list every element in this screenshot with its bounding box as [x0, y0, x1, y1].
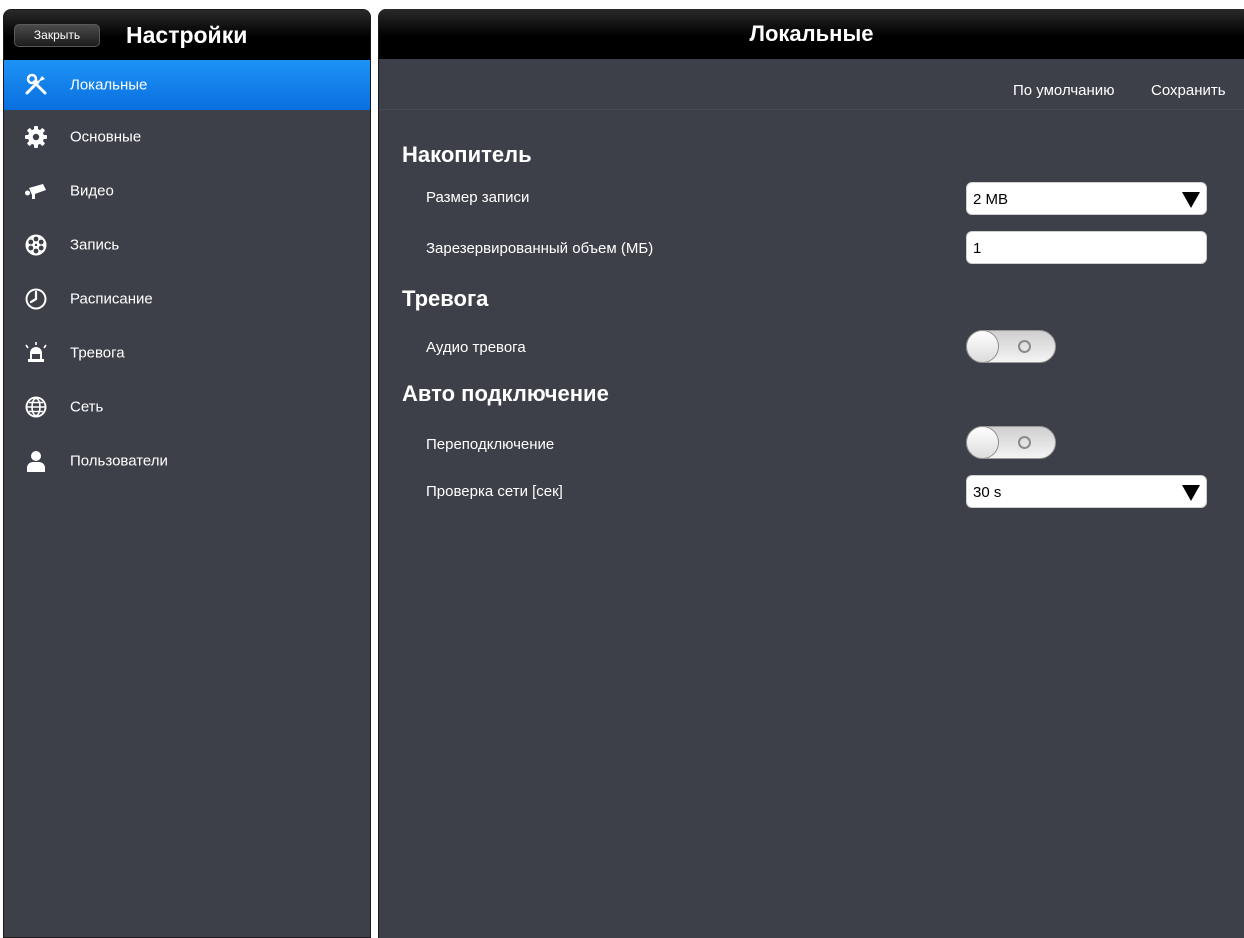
record-size-select[interactable]: 2 MB	[966, 182, 1207, 215]
sidebar-item-video[interactable]: Видео	[4, 164, 370, 218]
sidebar-item-users[interactable]: Пользователи	[4, 434, 370, 488]
sidebar-item-label: Сеть	[70, 398, 104, 416]
sidebar-item-general[interactable]: Основные	[4, 110, 370, 164]
sidebar-item-local[interactable]: Локальные	[4, 60, 370, 110]
default-button[interactable]: По умолчанию	[1013, 82, 1114, 99]
detail-header: Локальные	[379, 9, 1244, 59]
sidebar-header: Закрыть Настройки	[4, 10, 370, 60]
settings-sidebar: Закрыть Настройки Локальные Основные Вид…	[3, 9, 371, 938]
sidebar-title: Настройки	[126, 22, 248, 48]
audio-alarm-toggle[interactable]	[966, 330, 1056, 363]
reconnect-toggle[interactable]	[966, 426, 1056, 459]
network-check-value: 30 s	[973, 484, 1002, 501]
clock-icon	[25, 288, 47, 310]
section-auto-connect-title: Авто подключение	[402, 381, 609, 406]
network-check-label: Проверка сети [сек]	[426, 483, 563, 500]
alarm-siren-icon	[25, 342, 47, 362]
section-storage-title: Накопитель	[402, 142, 532, 167]
settings-detail-panel: Локальные По умолчанию Сохранить Накопит…	[378, 9, 1244, 938]
page-title: Локальные	[749, 21, 874, 46]
sidebar-item-record[interactable]: Запись	[4, 218, 370, 272]
camera-icon	[25, 184, 46, 199]
network-check-select[interactable]: 30 s	[966, 475, 1207, 508]
sidebar-item-label: Основные	[70, 128, 142, 146]
sidebar-item-label: Пользователи	[70, 452, 168, 470]
detail-toolbar: По умолчанию Сохранить	[379, 59, 1244, 110]
toggle-off-icon	[1018, 340, 1031, 353]
close-button[interactable]: Закрыть	[14, 24, 100, 47]
sidebar-item-alarm[interactable]: Тревога	[4, 326, 370, 380]
record-size-label: Размер записи	[426, 189, 530, 206]
dropdown-arrow-icon	[1182, 485, 1200, 501]
record-size-value: 2 MB	[973, 191, 1009, 208]
sidebar-item-label: Запись	[70, 236, 120, 254]
section-alarm-title: Тревога	[402, 286, 489, 311]
sidebar-item-network[interactable]: Сеть	[4, 380, 370, 434]
toggle-off-icon	[1018, 436, 1031, 449]
save-button[interactable]: Сохранить	[1151, 82, 1226, 99]
tools-icon	[25, 73, 47, 95]
user-icon	[27, 451, 45, 472]
sidebar-nav: Локальные Основные Видео Запись Расписан…	[4, 60, 370, 488]
reconnect-label: Переподключение	[426, 436, 555, 453]
gear-icon	[25, 126, 47, 148]
sidebar-item-label: Тревога	[70, 344, 125, 362]
reserved-volume-input[interactable]: 1	[966, 231, 1207, 264]
toggle-knob	[966, 330, 999, 363]
sidebar-item-label: Расписание	[70, 290, 153, 308]
sidebar-item-label: Локальные	[70, 76, 148, 94]
sidebar-item-label: Видео	[70, 182, 114, 200]
toggle-knob	[966, 426, 999, 459]
sidebar-item-schedule[interactable]: Расписание	[4, 272, 370, 326]
audio-alarm-label: Аудио тревога	[426, 339, 526, 356]
reserved-volume-label: Зарезервированный объем (МБ)	[426, 240, 654, 257]
globe-icon	[25, 396, 47, 418]
dropdown-arrow-icon	[1182, 192, 1200, 208]
film-reel-icon	[25, 234, 47, 256]
